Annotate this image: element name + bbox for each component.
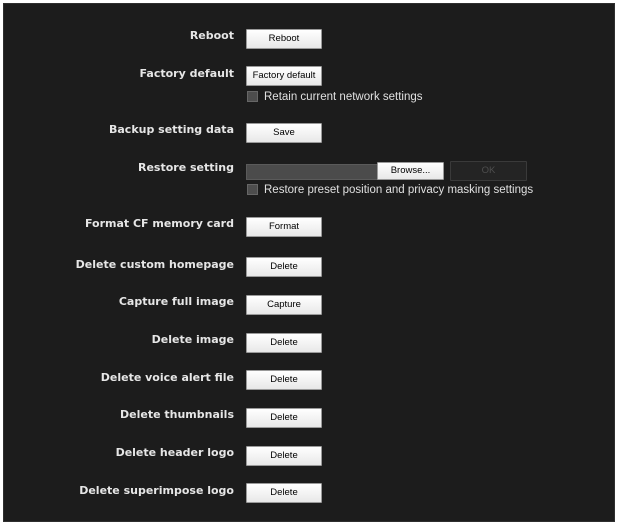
restore-preset-checkbox[interactable] xyxy=(247,184,258,195)
delete-image-label: Delete image xyxy=(151,333,234,346)
ok-button[interactable]: OK xyxy=(450,161,527,181)
restore-file-input[interactable] xyxy=(246,164,378,180)
delete-voice-alert-button[interactable]: Delete xyxy=(246,370,322,390)
factory-default-button[interactable]: Factory default xyxy=(246,66,322,86)
delete-superimpose-logo-button[interactable]: Delete xyxy=(246,483,322,503)
retain-network-checkbox-label: Retain current network settings xyxy=(264,91,423,103)
restore-preset-checkbox-label: Restore preset position and privacy mask… xyxy=(264,184,534,196)
reboot-label: Reboot xyxy=(189,29,234,42)
restore-setting-label: Restore setting xyxy=(137,161,234,174)
delete-header-logo-label: Delete header logo xyxy=(115,446,234,459)
delete-homepage-label: Delete custom homepage xyxy=(75,258,234,271)
capture-full-image-label: Capture full image xyxy=(118,295,234,308)
backup-setting-label: Backup setting data xyxy=(109,123,234,136)
format-button[interactable]: Format xyxy=(246,217,322,237)
delete-header-logo-button[interactable]: Delete xyxy=(246,446,322,466)
delete-superimpose-logo-label: Delete superimpose logo xyxy=(79,484,234,497)
format-cf-label: Format CF memory card xyxy=(84,217,234,230)
capture-button[interactable]: Capture xyxy=(246,295,322,315)
save-button[interactable]: Save xyxy=(246,123,322,143)
reboot-button[interactable]: Reboot xyxy=(246,29,322,49)
delete-voice-alert-label: Delete voice alert file xyxy=(100,371,234,384)
delete-image-button[interactable]: Delete xyxy=(246,333,322,353)
browse-button[interactable]: Browse... xyxy=(377,162,444,180)
delete-thumbnails-button[interactable]: Delete xyxy=(246,408,322,428)
factory-default-label: Factory default xyxy=(139,67,234,80)
retain-network-checkbox[interactable] xyxy=(247,91,258,102)
delete-homepage-button[interactable]: Delete xyxy=(246,257,322,277)
delete-thumbnails-label: Delete thumbnails xyxy=(120,408,234,421)
